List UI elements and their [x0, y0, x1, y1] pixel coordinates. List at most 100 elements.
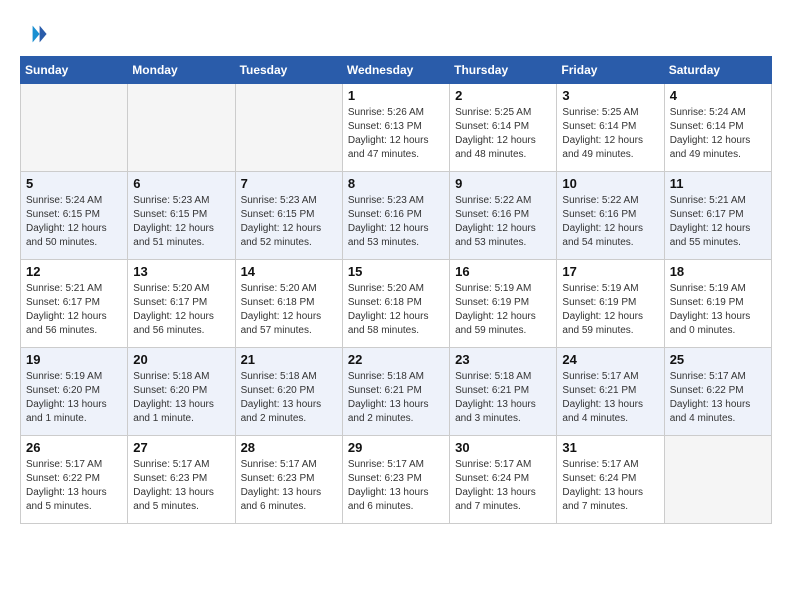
calendar-cell: 21Sunrise: 5:18 AM Sunset: 6:20 PM Dayli… [235, 348, 342, 436]
day-info: Sunrise: 5:24 AM Sunset: 6:15 PM Dayligh… [26, 194, 122, 250]
day-info: Sunrise: 5:20 AM Sunset: 6:17 PM Dayligh… [133, 282, 229, 338]
calendar-cell: 3 Sunrise: 5:25 AM Sunset: 6:14 PM Daylig… [557, 84, 664, 172]
day-info: Sunrise: 5:19 AM Sunset: 6:19 PM Dayligh… [670, 282, 766, 338]
day-header-monday: Monday [128, 57, 235, 84]
day-number: 8 [348, 176, 444, 191]
day-info: Sunrise: 5:23 AM Sunset: 6:15 PM Dayligh… [133, 194, 229, 250]
calendar-cell: 27 Sunrise: 5:17 AM Sunset: 6:23 PM Dayli… [128, 436, 235, 524]
calendar-table: SundayMondayTuesdayWednesdayThursdayFrid… [20, 56, 772, 524]
calendar-cell: 13 Sunrise: 5:20 AM Sunset: 6:17 PM Dayli… [128, 260, 235, 348]
day-number: 28 [241, 440, 337, 455]
calendar-cell: 9 Sunrise: 5:22 AM Sunset: 6:16 PM Daylig… [450, 172, 557, 260]
day-number: 13 [133, 264, 229, 279]
day-header-sunday: Sunday [21, 57, 128, 84]
day-number: 5 [26, 176, 122, 191]
day-header-wednesday: Wednesday [342, 57, 449, 84]
calendar-week-row: 26 Sunrise: 5:17 AM Sunset: 6:22 PM Dayli… [21, 436, 772, 524]
day-number: 15 [348, 264, 444, 279]
day-info: Sunrise: 5:23 AM Sunset: 6:15 PM Dayligh… [241, 194, 337, 250]
day-number: 3 [562, 88, 658, 103]
day-header-saturday: Saturday [664, 57, 771, 84]
calendar-cell: 7 Sunrise: 5:23 AM Sunset: 6:15 PM Daylig… [235, 172, 342, 260]
day-number: 31 [562, 440, 658, 455]
calendar-cell [21, 84, 128, 172]
day-info: Sunrise: 5:18 AM Sunset: 6:20 PM Dayligh… [133, 370, 229, 426]
calendar-cell: 2Sunrise: 5:25 AM Sunset: 6:14 PM Daylig… [450, 84, 557, 172]
calendar-cell [664, 436, 771, 524]
day-number: 23 [455, 352, 551, 367]
calendar-cell: 26 Sunrise: 5:17 AM Sunset: 6:22 PM Dayli… [21, 436, 128, 524]
calendar-cell: 23 Sunrise: 5:18 AM Sunset: 6:21 PM Dayli… [450, 348, 557, 436]
calendar-cell: 11Sunrise: 5:21 AM Sunset: 6:17 PM Dayli… [664, 172, 771, 260]
day-info: Sunrise: 5:20 AM Sunset: 6:18 PM Dayligh… [241, 282, 337, 338]
day-number: 29 [348, 440, 444, 455]
day-number: 20 [133, 352, 229, 367]
day-number: 27 [133, 440, 229, 455]
calendar-cell: 15 Sunrise: 5:20 AM Sunset: 6:18 PM Dayli… [342, 260, 449, 348]
day-info: Sunrise: 5:19 AM Sunset: 6:19 PM Dayligh… [455, 282, 551, 338]
calendar-cell: 10 Sunrise: 5:22 AM Sunset: 6:16 PM Dayli… [557, 172, 664, 260]
calendar-week-row: 19Sunrise: 5:19 AM Sunset: 6:20 PM Dayli… [21, 348, 772, 436]
day-info: Sunrise: 5:17 AM Sunset: 6:24 PM Dayligh… [455, 458, 551, 514]
day-info: Sunrise: 5:17 AM Sunset: 6:23 PM Dayligh… [133, 458, 229, 514]
header [20, 20, 772, 48]
day-number: 25 [670, 352, 766, 367]
day-info: Sunrise: 5:17 AM Sunset: 6:23 PM Dayligh… [348, 458, 444, 514]
day-info: Sunrise: 5:17 AM Sunset: 6:22 PM Dayligh… [26, 458, 122, 514]
day-info: Sunrise: 5:18 AM Sunset: 6:21 PM Dayligh… [455, 370, 551, 426]
day-info: Sunrise: 5:17 AM Sunset: 6:22 PM Dayligh… [670, 370, 766, 426]
day-number: 26 [26, 440, 122, 455]
day-info: Sunrise: 5:26 AM Sunset: 6:13 PM Dayligh… [348, 106, 444, 162]
calendar-cell: 16 Sunrise: 5:19 AM Sunset: 6:19 PM Dayli… [450, 260, 557, 348]
day-number: 11 [670, 176, 766, 191]
calendar-cell: 18 Sunrise: 5:19 AM Sunset: 6:19 PM Dayli… [664, 260, 771, 348]
day-info: Sunrise: 5:23 AM Sunset: 6:16 PM Dayligh… [348, 194, 444, 250]
day-info: Sunrise: 5:25 AM Sunset: 6:14 PM Dayligh… [562, 106, 658, 162]
logo [20, 20, 52, 48]
day-info: Sunrise: 5:18 AM Sunset: 6:21 PM Dayligh… [348, 370, 444, 426]
day-number: 18 [670, 264, 766, 279]
calendar-cell: 8 Sunrise: 5:23 AM Sunset: 6:16 PM Daylig… [342, 172, 449, 260]
calendar-cell: 20 Sunrise: 5:18 AM Sunset: 6:20 PM Dayli… [128, 348, 235, 436]
day-number: 10 [562, 176, 658, 191]
day-number: 24 [562, 352, 658, 367]
day-number: 6 [133, 176, 229, 191]
day-number: 14 [241, 264, 337, 279]
day-info: Sunrise: 5:24 AM Sunset: 6:14 PM Dayligh… [670, 106, 766, 162]
day-number: 9 [455, 176, 551, 191]
day-info: Sunrise: 5:22 AM Sunset: 6:16 PM Dayligh… [455, 194, 551, 250]
day-info: Sunrise: 5:22 AM Sunset: 6:16 PM Dayligh… [562, 194, 658, 250]
day-number: 7 [241, 176, 337, 191]
calendar-cell: 12Sunrise: 5:21 AM Sunset: 6:17 PM Dayli… [21, 260, 128, 348]
calendar-cell: 28 Sunrise: 5:17 AM Sunset: 6:23 PM Dayli… [235, 436, 342, 524]
day-number: 4 [670, 88, 766, 103]
day-number: 30 [455, 440, 551, 455]
calendar-cell: 25 Sunrise: 5:17 AM Sunset: 6:22 PM Dayli… [664, 348, 771, 436]
logo-icon [20, 20, 48, 48]
calendar-cell: 30 Sunrise: 5:17 AM Sunset: 6:24 PM Dayli… [450, 436, 557, 524]
calendar-cell: 22Sunrise: 5:18 AM Sunset: 6:21 PM Dayli… [342, 348, 449, 436]
day-header-tuesday: Tuesday [235, 57, 342, 84]
calendar-week-row: 1Sunrise: 5:26 AM Sunset: 6:13 PM Daylig… [21, 84, 772, 172]
day-info: Sunrise: 5:17 AM Sunset: 6:21 PM Dayligh… [562, 370, 658, 426]
calendar-cell: 14 Sunrise: 5:20 AM Sunset: 6:18 PM Dayli… [235, 260, 342, 348]
day-info: Sunrise: 5:19 AM Sunset: 6:20 PM Dayligh… [26, 370, 122, 426]
calendar-week-row: 12Sunrise: 5:21 AM Sunset: 6:17 PM Dayli… [21, 260, 772, 348]
calendar-cell [235, 84, 342, 172]
calendar-cell: 1Sunrise: 5:26 AM Sunset: 6:13 PM Daylig… [342, 84, 449, 172]
day-info: Sunrise: 5:19 AM Sunset: 6:19 PM Dayligh… [562, 282, 658, 338]
calendar-cell [128, 84, 235, 172]
day-info: Sunrise: 5:18 AM Sunset: 6:20 PM Dayligh… [241, 370, 337, 426]
calendar-cell: 4 Sunrise: 5:24 AM Sunset: 6:14 PM Daylig… [664, 84, 771, 172]
day-header-friday: Friday [557, 57, 664, 84]
calendar-cell: 6 Sunrise: 5:23 AM Sunset: 6:15 PM Daylig… [128, 172, 235, 260]
calendar-cell: 24 Sunrise: 5:17 AM Sunset: 6:21 PM Dayli… [557, 348, 664, 436]
calendar-cell: 5 Sunrise: 5:24 AM Sunset: 6:15 PM Daylig… [21, 172, 128, 260]
day-number: 16 [455, 264, 551, 279]
day-number: 2 [455, 88, 551, 103]
calendar-cell: 31Sunrise: 5:17 AM Sunset: 6:24 PM Dayli… [557, 436, 664, 524]
calendar-cell: 29 Sunrise: 5:17 AM Sunset: 6:23 PM Dayli… [342, 436, 449, 524]
day-info: Sunrise: 5:20 AM Sunset: 6:18 PM Dayligh… [348, 282, 444, 338]
day-info: Sunrise: 5:17 AM Sunset: 6:23 PM Dayligh… [241, 458, 337, 514]
calendar-cell: 19Sunrise: 5:19 AM Sunset: 6:20 PM Dayli… [21, 348, 128, 436]
